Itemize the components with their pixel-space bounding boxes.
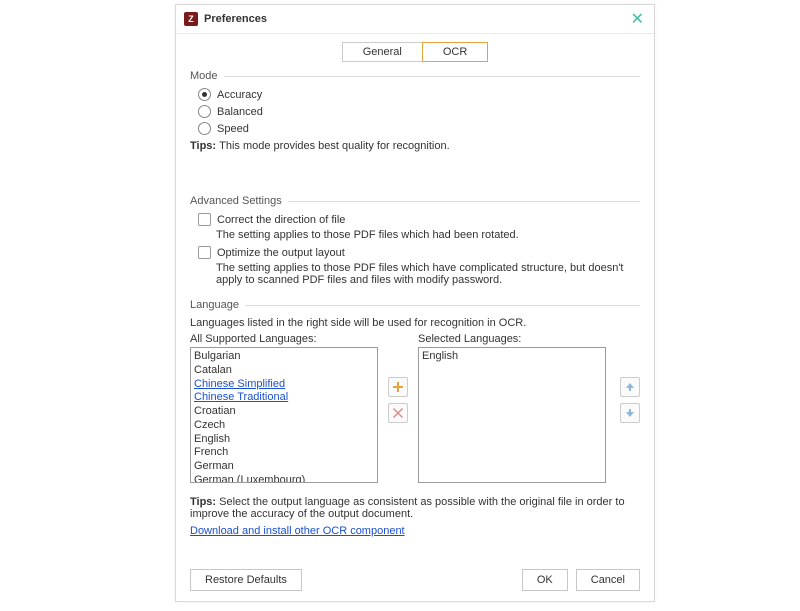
radio-balanced[interactable]: Balanced — [190, 103, 640, 120]
radio-accuracy-label: Accuracy — [217, 89, 262, 101]
language-tips: Tips: Select the output language as cons… — [190, 493, 640, 523]
list-item[interactable]: Chinese Simplified — [194, 378, 374, 392]
all-languages-label: All Supported Languages: — [190, 333, 378, 345]
titlebar: Z Preferences ✕ — [176, 5, 654, 34]
tab-bar: General OCR — [190, 42, 640, 62]
window-title: Preferences — [204, 13, 629, 25]
move-up-button[interactable] — [620, 377, 640, 397]
radio-speed-label: Speed — [217, 123, 249, 135]
radio-balanced-label: Balanced — [217, 106, 263, 118]
check-optimize-layout-label: Optimize the output layout — [217, 247, 345, 259]
radio-icon — [198, 105, 211, 118]
selected-languages-label: Selected Languages: — [418, 333, 606, 345]
tab-general[interactable]: General — [342, 42, 423, 62]
optimize-layout-desc: The setting applies to those PDF files w… — [190, 261, 640, 289]
x-icon — [393, 408, 403, 418]
mode-tips: Tips: This mode provides best quality fo… — [190, 137, 640, 155]
tab-ocr[interactable]: OCR — [422, 42, 488, 62]
checkbox-icon — [198, 213, 211, 226]
correct-direction-desc: The setting applies to those PDF files w… — [190, 228, 640, 244]
list-item[interactable]: Czech — [194, 419, 374, 433]
app-icon: Z — [184, 12, 198, 26]
dialog-footer: Restore Defaults OK Cancel — [190, 569, 640, 591]
check-correct-direction-label: Correct the direction of file — [217, 214, 345, 226]
radio-speed[interactable]: Speed — [190, 120, 640, 137]
list-item[interactable]: Bulgarian — [194, 350, 374, 364]
restore-defaults-button[interactable]: Restore Defaults — [190, 569, 302, 591]
check-correct-direction[interactable]: Correct the direction of file — [190, 211, 640, 228]
radio-accuracy[interactable]: Accuracy — [190, 86, 640, 103]
list-item[interactable]: Croatian — [194, 405, 374, 419]
group-advanced: Advanced Settings Correct the direction … — [190, 195, 640, 289]
list-item[interactable]: German (Luxembourg) — [194, 474, 374, 483]
group-language: Language Languages listed in the right s… — [190, 299, 640, 537]
preferences-dialog: Z Preferences ✕ General OCR Mode Accurac… — [175, 4, 655, 602]
checkbox-icon — [198, 246, 211, 259]
arrow-up-icon — [625, 382, 635, 392]
download-ocr-link[interactable]: Download and install other OCR component — [190, 525, 405, 537]
group-mode: Mode Accuracy Balanced Speed Tips: This … — [190, 70, 640, 155]
arrow-down-icon — [625, 408, 635, 418]
mode-legend: Mode — [190, 70, 218, 82]
advanced-legend: Advanced Settings — [190, 195, 282, 207]
radio-icon — [198, 88, 211, 101]
close-icon[interactable]: ✕ — [629, 9, 646, 29]
list-item[interactable]: German — [194, 460, 374, 474]
cancel-button[interactable]: Cancel — [576, 569, 640, 591]
list-item[interactable]: English — [422, 350, 602, 364]
list-item[interactable]: Catalan — [194, 364, 374, 378]
ok-button[interactable]: OK — [522, 569, 568, 591]
language-note: Languages listed in the right side will … — [190, 315, 640, 333]
list-item[interactable]: French — [194, 446, 374, 460]
all-languages-listbox[interactable]: BulgarianCatalanChinese SimplifiedChines… — [190, 347, 378, 483]
list-item[interactable]: English — [194, 433, 374, 447]
radio-icon — [198, 122, 211, 135]
plus-icon — [393, 382, 403, 392]
language-legend: Language — [190, 299, 239, 311]
list-item[interactable]: Chinese Traditional — [194, 391, 374, 405]
remove-language-button[interactable] — [388, 403, 408, 423]
check-optimize-layout[interactable]: Optimize the output layout — [190, 244, 640, 261]
add-language-button[interactable] — [388, 377, 408, 397]
move-down-button[interactable] — [620, 403, 640, 423]
selected-languages-listbox[interactable]: English — [418, 347, 606, 483]
